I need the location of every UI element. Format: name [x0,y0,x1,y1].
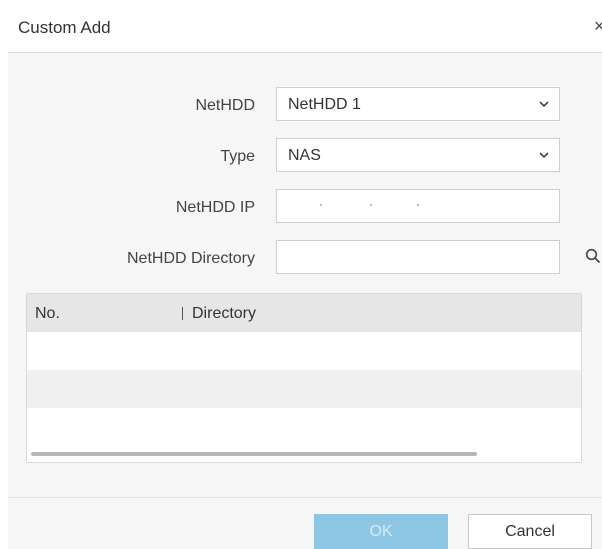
table-row[interactable] [27,332,581,370]
dialog-titlebar: Custom Add × [8,0,602,53]
ip-octet-separators [277,190,559,222]
ip-dot [320,204,322,206]
type-value: NAS [288,147,321,164]
nethdd-ip-input[interactable] [276,189,560,223]
column-header-directory[interactable]: Directory [192,305,256,323]
type-select[interactable]: NAS [276,138,560,172]
table-row[interactable] [27,370,581,408]
directory-table: No. Directory [26,293,582,463]
custom-add-dialog: Custom Add × NetHDD NetHDD 1 Type NAS Ne… [8,0,602,549]
search-icon[interactable] [585,248,601,264]
horizontal-scrollbar[interactable] [31,452,477,456]
column-header-no[interactable]: No. [35,305,60,323]
cancel-button[interactable]: Cancel [468,514,592,549]
nethdd-directory-input[interactable] [276,240,560,274]
nethdd-label: NetHDD [195,97,255,114]
footer-divider [8,497,602,498]
close-icon[interactable]: × [594,17,602,35]
dialog-title: Custom Add [18,18,111,37]
ok-button[interactable]: OK [314,514,448,549]
table-header: No. Directory [27,294,581,332]
column-divider[interactable] [182,307,183,320]
ip-dot [370,204,372,206]
ip-dot [417,204,419,206]
chevron-down-icon [539,152,549,159]
type-label: Type [220,148,255,165]
nethdd-directory-label: NetHDD Directory [126,250,255,267]
nethdd-value: NetHDD 1 [288,96,361,113]
nethdd-ip-label: NetHDD IP [175,199,255,216]
chevron-down-icon [539,101,549,108]
nethdd-select[interactable]: NetHDD 1 [276,87,560,121]
table-row[interactable] [27,408,581,446]
